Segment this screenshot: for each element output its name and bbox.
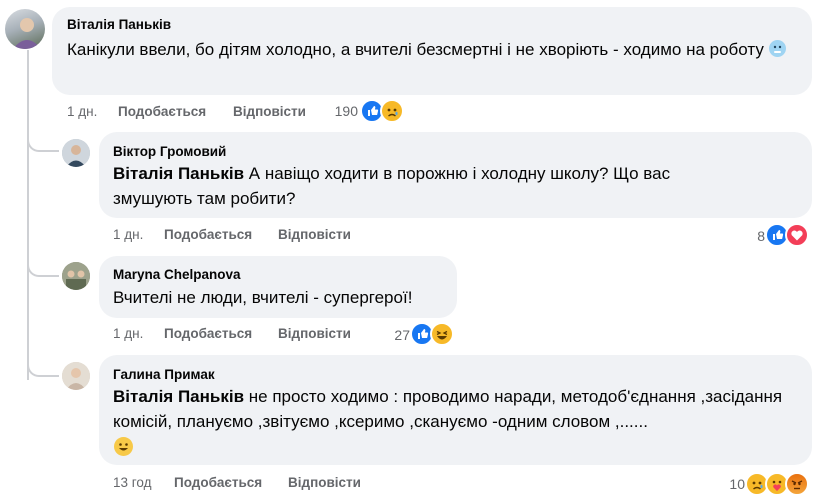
grinning-face-emoji xyxy=(114,437,133,456)
thread-line xyxy=(27,50,29,380)
angry-reaction-icon xyxy=(785,472,809,496)
comment-author[interactable]: Maryna Chelpanova xyxy=(113,267,241,282)
like-button[interactable]: Подобається xyxy=(174,475,262,490)
comment-author[interactable]: Віктор Громовий xyxy=(113,144,226,159)
thread-branch xyxy=(27,255,59,277)
haha-reaction-icon xyxy=(430,322,454,346)
love-reaction-icon xyxy=(785,223,809,247)
comment-text: Вчителі не люди, вчителі - супергерої! xyxy=(113,285,412,310)
reply-button[interactable]: Відповісти xyxy=(233,104,306,119)
thread-branch xyxy=(27,355,59,377)
mention-link[interactable]: Віталія Паньків xyxy=(113,387,244,406)
cold-face-emoji xyxy=(768,40,786,57)
reaction-count: 8 xyxy=(757,228,765,244)
thread-branch xyxy=(27,130,59,152)
reply-button[interactable]: Відповісти xyxy=(278,326,351,341)
avatar[interactable] xyxy=(5,9,45,49)
comment-body: Канікули ввели, бо дітям холодно, а вчит… xyxy=(67,40,764,59)
comment-time[interactable]: 1 дн. xyxy=(67,104,97,119)
like-button[interactable]: Подобається xyxy=(118,104,206,119)
like-button[interactable]: Подобається xyxy=(164,227,252,242)
reply-button[interactable]: Відповісти xyxy=(278,227,351,242)
reaction-count: 27 xyxy=(394,327,410,343)
sad-reaction-icon xyxy=(380,99,404,123)
avatar[interactable] xyxy=(62,362,90,390)
mention-link[interactable]: Віталія Паньків xyxy=(113,164,244,183)
profile-photo-icon xyxy=(13,18,41,49)
comment-text: Віталія Паньків А навіщо ходити в порожн… xyxy=(113,161,753,211)
reaction-count: 10 xyxy=(729,476,745,492)
comment-time[interactable]: 1 дн. xyxy=(113,227,143,242)
profile-photo-icon xyxy=(62,139,90,167)
reply-button[interactable]: Відповісти xyxy=(288,475,361,490)
comment-text: Віталія Паньків не просто ходимо : прово… xyxy=(113,384,793,434)
reaction-count: 190 xyxy=(334,103,358,119)
comment-text: Канікули ввели, бо дітям холодно, а вчит… xyxy=(67,37,802,62)
avatar[interactable] xyxy=(62,139,90,167)
comment-time[interactable]: 1 дн. xyxy=(113,326,143,341)
like-button[interactable]: Подобається xyxy=(164,326,252,341)
comment-time[interactable]: 13 год xyxy=(113,475,151,490)
profile-photo-icon xyxy=(62,262,90,290)
comment-body: Вчителі не люди, вчителі - супергерої! xyxy=(113,288,413,307)
comment-author[interactable]: Галина Примак xyxy=(113,367,215,382)
profile-photo-icon xyxy=(62,362,90,390)
comment-author[interactable]: Віталія Паньків xyxy=(67,17,171,32)
avatar[interactable] xyxy=(62,262,90,290)
